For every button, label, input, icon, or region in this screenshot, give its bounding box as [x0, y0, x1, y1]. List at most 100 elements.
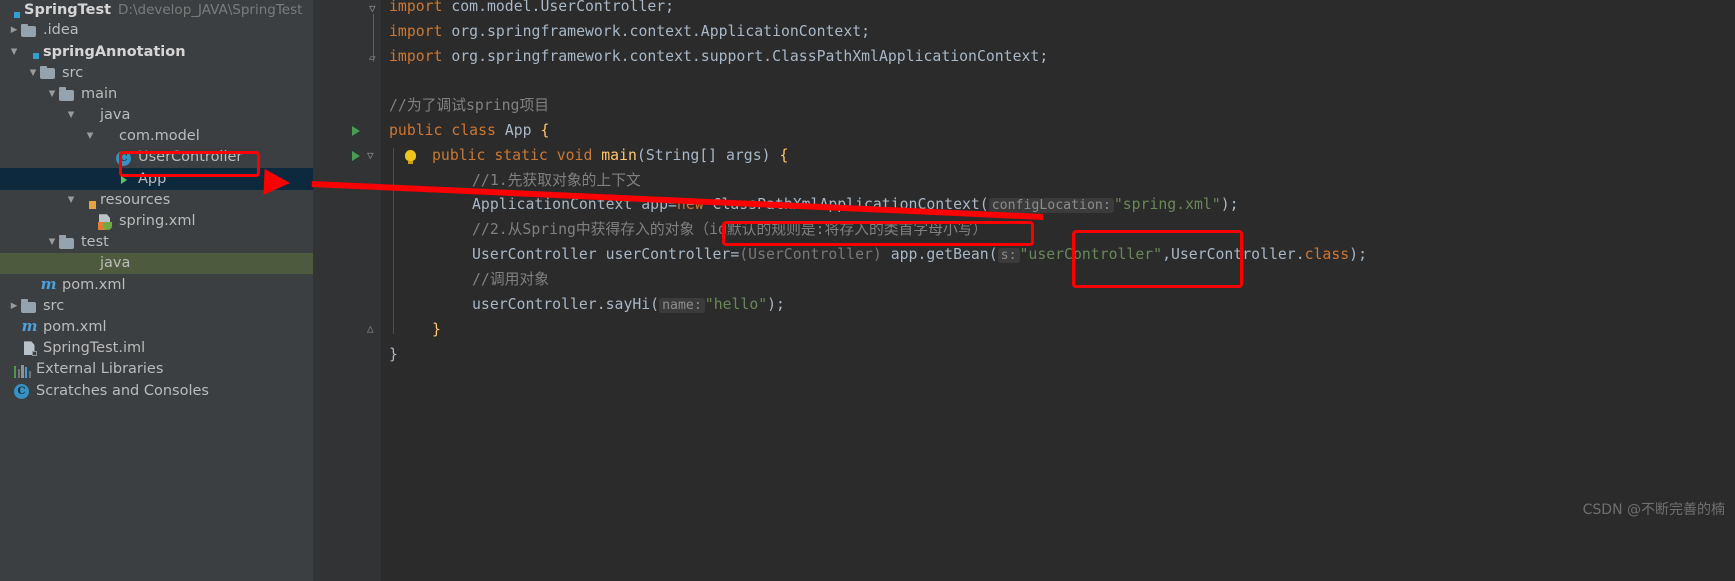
tree-item-label: src [62, 64, 84, 81]
code-brace: { [779, 147, 789, 164]
code-method-name: main [592, 147, 637, 164]
chevron-down-icon[interactable] [26, 62, 40, 83]
code-editor[interactable]: ▽ ▱ ▽ △ import com.model.UserController;… [313, 0, 1735, 581]
module-folder-icon [21, 43, 39, 60]
param-hint-name: name: [659, 298, 705, 313]
fold-marker-method[interactable]: ▽ [367, 150, 374, 161]
tree-item-springtest-iml[interactable]: SpringTest.iml [0, 338, 313, 359]
code-line-11: UserController userController=(UserContr… [472, 246, 1367, 263]
fold-marker-imports-bottom[interactable]: ▱ [369, 52, 376, 63]
maven-pom-icon [40, 274, 57, 293]
tree-body: .idea springAnnotation src main java com.mode… [0, 20, 313, 401]
code-string: "spring.xml" [1113, 196, 1221, 213]
tree-item-com-model[interactable]: com.model [0, 126, 313, 147]
tree-item-main[interactable]: main [0, 84, 313, 105]
code-line-1: import com.model.UserController; [389, 0, 674, 15]
package-folder-icon [97, 128, 114, 145]
project-tree-panel[interactable]: SpringTest D:\develop_JAVA\SpringTest .i… [0, 0, 313, 581]
tree-item-label: App [138, 170, 167, 187]
code-line-8: //1.先获取对象的上下文 [472, 172, 641, 189]
code-comment: //1.先获取对象的上下文 [472, 172, 641, 189]
tree-item-java[interactable]: java [0, 253, 313, 275]
method-indent-line [393, 148, 394, 334]
tree-item-src[interactable]: src [0, 62, 313, 83]
tree-item-label: main [81, 85, 118, 102]
folder-icon [21, 298, 38, 315]
folder-icon [40, 64, 57, 81]
tree-item-label: .idea [43, 22, 79, 39]
code-text: com.model.UserController; [442, 0, 675, 15]
source-folder-icon [78, 107, 95, 124]
java-class-icon [14, 382, 31, 399]
tree-item-test[interactable]: test [0, 232, 313, 253]
code-line-14: } [432, 321, 441, 338]
iml-file-icon [21, 340, 38, 357]
intention-bulb-icon[interactable] [405, 150, 416, 164]
code-line-7: public static void main(String[] args) { [432, 147, 789, 164]
chevron-down-icon[interactable] [45, 84, 59, 105]
spring-xml-file-icon [97, 213, 114, 230]
param-hint-s: s: [997, 248, 1020, 263]
tree-item-external-libraries[interactable]: External Libraries [0, 359, 313, 380]
run-class-gutter-icon[interactable] [352, 126, 360, 136]
code-keyword-class: class [1304, 246, 1350, 263]
tree-item-pom-xml[interactable]: pom.xml [0, 317, 313, 338]
code-keyword: public class [389, 122, 496, 139]
external-libraries-icon [14, 361, 32, 379]
chevron-down-icon[interactable] [64, 105, 78, 126]
tree-item-label: spring.xml [119, 213, 196, 230]
fold-marker-imports-top[interactable]: ▽ [369, 3, 376, 14]
tree-item-label: resources [100, 191, 171, 208]
tree-item-label: src [43, 297, 65, 314]
code-line-2: import org.springframework.context.Appli… [389, 24, 870, 40]
chevron-down-icon[interactable] [45, 232, 59, 253]
code-string-beanname: "userController" [1019, 246, 1163, 263]
run-method-gutter-icon[interactable] [352, 151, 360, 161]
editor-gutter[interactable] [313, 0, 381, 581]
code-line-13: userController.sayHi(name: "hello"); [472, 296, 785, 313]
chevron-right-icon[interactable] [7, 20, 21, 41]
code-brace: } [432, 321, 441, 338]
code-text: ,UserController. [1162, 246, 1305, 263]
code-cast: (UserController) [739, 246, 882, 263]
code-line-6: public class App { [389, 122, 549, 139]
folder-icon [59, 234, 76, 251]
tree-item-java[interactable]: java [0, 105, 313, 126]
module-folder-icon [2, 2, 20, 19]
code-line-15: } [389, 346, 398, 363]
tree-item-label: SpringTest.iml [43, 340, 146, 357]
chevron-right-icon[interactable] [7, 296, 21, 317]
tree-item-label: pom.xml [62, 276, 126, 293]
tree-item-idea[interactable]: .idea [0, 20, 313, 41]
tree-item-spring-xml[interactable]: spring.xml [0, 211, 313, 232]
tree-item-project-root[interactable]: SpringTest D:\develop_JAVA\SpringTest [0, 0, 313, 20]
tree-item-usercontroller[interactable]: UserController [0, 147, 313, 168]
chevron-down-icon[interactable] [7, 41, 21, 62]
annotation-arrow-head [263, 168, 291, 196]
code-brace: } [389, 346, 398, 363]
chevron-down-icon[interactable] [83, 126, 97, 147]
code-string: "hello" [704, 296, 768, 313]
code-decl: UserController userController= [472, 246, 740, 263]
tree-item-springannotation[interactable]: springAnnotation [0, 41, 313, 62]
code-call: app.getBean( [881, 246, 998, 263]
code-comment: //为了调试spring项目 [389, 97, 550, 114]
tree-item-src[interactable]: src [0, 295, 313, 316]
fold-marker-method-end[interactable]: △ [367, 323, 374, 334]
tree-item-pom-xml[interactable]: pom.xml [0, 274, 313, 295]
folder-icon [59, 86, 76, 103]
tree-item-scratches-and-consoles[interactable]: Scratches and Consoles [0, 380, 313, 401]
chevron-down-icon[interactable] [64, 190, 78, 211]
tree-item-label: java [100, 107, 131, 124]
tree-item-label: Scratches and Consoles [36, 382, 209, 399]
code-call: userController.sayHi( [472, 296, 660, 313]
tree-item-label: UserController [138, 149, 243, 166]
code-class-name: App [495, 122, 541, 139]
tree-item-label: com.model [119, 128, 200, 145]
